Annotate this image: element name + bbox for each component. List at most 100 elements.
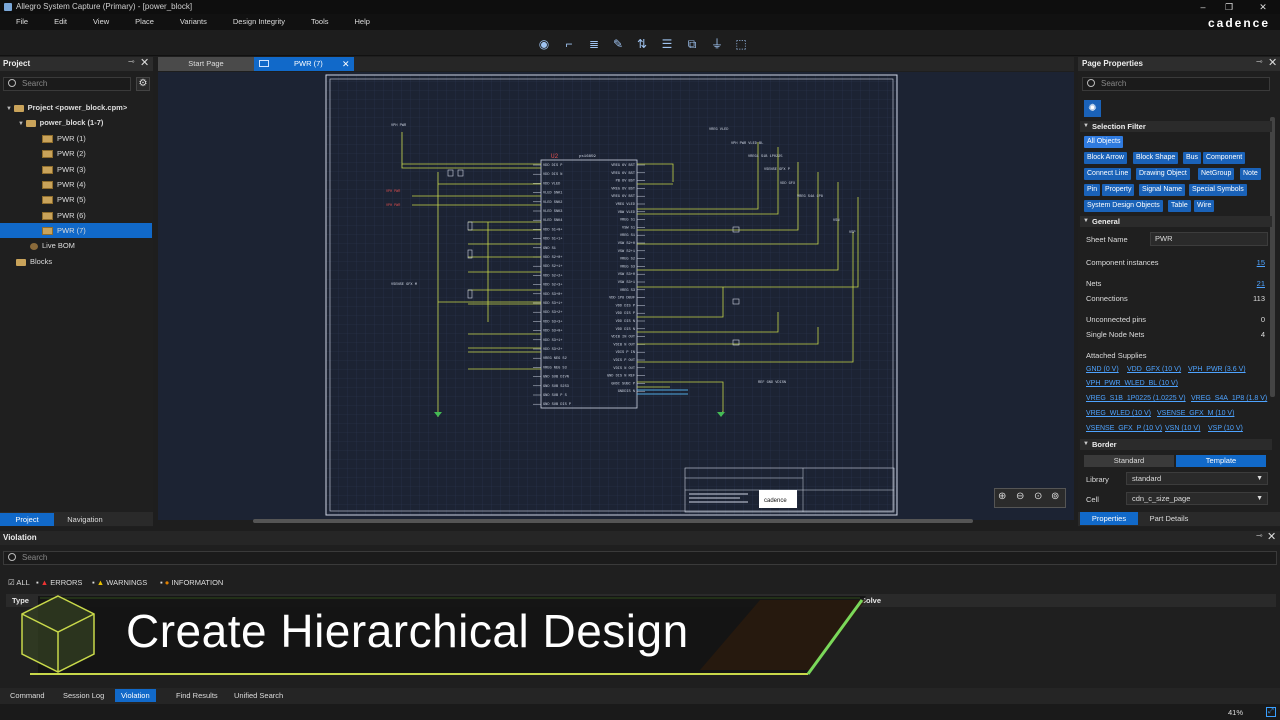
supply-vsn[interactable]: VSN (10 V) bbox=[1165, 425, 1200, 432]
properties-search-input[interactable]: Search bbox=[1082, 77, 1270, 91]
cell-select[interactable]: cdn_c_size_page ▼ bbox=[1126, 492, 1268, 505]
zoom-fit-icon[interactable]: ⊚ bbox=[1051, 491, 1059, 502]
menu-help[interactable]: Help bbox=[339, 14, 380, 30]
zoom-fit-icon[interactable]: ◉ bbox=[536, 36, 552, 52]
supply-vreg-wled[interactable]: VREG_WLED (10 V) bbox=[1086, 410, 1151, 417]
close-icon[interactable]: ✕ bbox=[1268, 56, 1277, 69]
component-instances-value[interactable]: 15 bbox=[1257, 258, 1265, 267]
horizontal-scrollbar[interactable] bbox=[253, 519, 973, 523]
sheet-name-input[interactable]: PWR bbox=[1150, 232, 1268, 246]
supply-vreg-s1b[interactable]: VREG_S1B_1P0225 (1.0225 V) bbox=[1086, 395, 1186, 402]
tab-part-details[interactable]: Part Details bbox=[1138, 512, 1200, 525]
filter-all[interactable]: ☑ ALL bbox=[8, 578, 30, 587]
supply-vph-pwr-wled-bl[interactable]: VPH_PWR_WLED_BL (10 V) bbox=[1086, 380, 1178, 387]
menu-file[interactable]: File bbox=[0, 14, 38, 30]
schematic-drawing[interactable]: U2 ps16859 VDD DIS P VDD DIS N VDD VLED VLE… bbox=[158, 72, 1074, 520]
filter-settings-icon[interactable]: ✺ bbox=[1084, 100, 1101, 117]
tree-page-7[interactable]: PWR (7) bbox=[0, 223, 152, 238]
tab-navigation[interactable]: Navigation bbox=[54, 513, 116, 526]
tree-project[interactable]: ▼ Project <power_block.cpm> bbox=[0, 100, 152, 115]
filter-special-symbols[interactable]: Special Symbols bbox=[1189, 184, 1247, 196]
tab-violation[interactable]: Violation bbox=[115, 689, 156, 702]
filter-note[interactable]: Note bbox=[1240, 168, 1261, 180]
filter-block-arrow[interactable]: Block Arrow bbox=[1084, 152, 1127, 164]
project-search-input[interactable]: Search bbox=[3, 77, 131, 91]
supply-gnd[interactable]: GND (0 V) bbox=[1086, 366, 1119, 373]
tab-project[interactable]: Project bbox=[0, 513, 54, 526]
filter-block-shape[interactable]: Block Shape bbox=[1133, 152, 1179, 164]
wire-icon[interactable]: ⌐ bbox=[561, 36, 577, 52]
restore-button[interactable]: ❐ bbox=[1218, 0, 1240, 14]
supply-vsense-gfx-p[interactable]: VSENSE_GFX_P (10 V) bbox=[1086, 425, 1162, 432]
filter-property[interactable]: Property bbox=[1102, 184, 1135, 196]
library-select[interactable]: standard ▼ bbox=[1126, 472, 1268, 485]
filter-connect-line[interactable]: Connect Line bbox=[1084, 168, 1132, 180]
tab-start-page[interactable]: Start Page bbox=[158, 57, 254, 71]
ground-icon[interactable]: ⏚ bbox=[709, 36, 725, 52]
close-icon[interactable]: ✕ bbox=[1267, 530, 1276, 543]
component-icon[interactable]: ⧉ bbox=[684, 36, 700, 52]
close-tab-icon[interactable]: ✕ bbox=[342, 57, 350, 71]
close-window-button[interactable]: ✕ bbox=[1252, 0, 1274, 14]
border-template-toggle[interactable]: Template bbox=[1176, 455, 1266, 467]
tab-find-results[interactable]: Find Results bbox=[170, 689, 224, 702]
filter-errors[interactable]: ▪ ▲ ERRORS bbox=[36, 578, 82, 587]
tree-page-4[interactable]: PWR (4) bbox=[0, 177, 152, 192]
tree-power-block[interactable]: ▼ power_block (1-7) bbox=[0, 115, 152, 130]
tree-page-3[interactable]: PWR (3) bbox=[0, 162, 152, 177]
nets-value[interactable]: 21 bbox=[1257, 279, 1265, 288]
bus-icon[interactable]: ≣ bbox=[586, 36, 602, 52]
filter-bus[interactable]: Bus bbox=[1183, 152, 1202, 164]
schematic-canvas[interactable]: U2 ps16859 VDD DIS P VDD DIS N VDD VLED VLE… bbox=[158, 72, 1074, 523]
tab-pwr-7[interactable]: PWR (7) ✕ bbox=[254, 57, 354, 71]
tree-page-6[interactable]: PWR (6) bbox=[0, 208, 152, 223]
close-icon[interactable]: ✕ bbox=[140, 56, 149, 69]
filter-warnings[interactable]: ▪ ▲ WARNINGS bbox=[92, 578, 147, 587]
filter-component[interactable]: Component bbox=[1203, 152, 1246, 164]
filter-pin[interactable]: Pin bbox=[1084, 184, 1101, 196]
settings-gear-icon[interactable]: ⚙ bbox=[136, 77, 150, 91]
filter-netgroup[interactable]: NetGroup bbox=[1198, 168, 1235, 180]
pin-icon[interactable]: ⊸ bbox=[128, 57, 135, 66]
filter-table[interactable]: Table bbox=[1168, 200, 1191, 212]
selection-filter-header[interactable]: Selection Filter bbox=[1080, 121, 1272, 132]
tab-command[interactable]: Command bbox=[4, 689, 51, 702]
tree-page-1[interactable]: PWR (1) bbox=[0, 131, 152, 146]
border-header[interactable]: Border bbox=[1080, 439, 1272, 450]
tree-blocks[interactable]: Blocks bbox=[0, 254, 152, 269]
minimize-button[interactable]: – bbox=[1192, 0, 1214, 14]
zoom-area-icon[interactable]: ⊙ bbox=[1034, 491, 1042, 502]
zoom-out-icon[interactable]: ⊖ bbox=[1016, 491, 1024, 502]
tree-page-2[interactable]: PWR (2) bbox=[0, 146, 152, 161]
tab-properties[interactable]: Properties bbox=[1080, 512, 1138, 525]
properties-scrollbar[interactable] bbox=[1270, 117, 1275, 397]
violation-search-input[interactable]: Search bbox=[3, 551, 1277, 565]
menu-variants[interactable]: Variants bbox=[164, 14, 217, 30]
filter-signal-name[interactable]: Signal Name bbox=[1139, 184, 1186, 196]
supply-vsense-gfx-m[interactable]: VSENSE_GFX_M (10 V) bbox=[1157, 410, 1234, 417]
tree-page-5[interactable]: PWR (5) bbox=[0, 192, 152, 207]
text-icon[interactable]: ☰ bbox=[659, 36, 675, 52]
tab-session-log[interactable]: Session Log bbox=[57, 689, 110, 702]
net-icon[interactable]: ⇅ bbox=[634, 36, 650, 52]
supply-vdd-gfx[interactable]: VDD_GFX (10 V) bbox=[1127, 366, 1181, 373]
tree-live-bom[interactable]: Live BOM bbox=[0, 238, 152, 253]
filter-all-objects[interactable]: All Objects bbox=[1084, 136, 1124, 148]
filter-information[interactable]: ▪ ● INFORMATION bbox=[160, 578, 223, 587]
select-icon[interactable]: ⬚ bbox=[733, 36, 749, 52]
supply-vreg-s4a[interactable]: VREG_S4A_1P8 (1.8 V) bbox=[1191, 395, 1267, 402]
filter-wire[interactable]: Wire bbox=[1194, 200, 1215, 212]
menu-view[interactable]: View bbox=[77, 14, 119, 30]
pin-icon[interactable]: ⊸ bbox=[1256, 531, 1263, 540]
general-header[interactable]: General bbox=[1080, 216, 1272, 227]
menu-place[interactable]: Place bbox=[119, 14, 164, 30]
draw-icon[interactable]: ✎ bbox=[610, 36, 626, 52]
layout-icon[interactable]: ⤢ bbox=[1266, 707, 1276, 717]
zoom-in-icon[interactable]: ⊕ bbox=[998, 491, 1006, 502]
filter-system-design-objects[interactable]: System Design Objects bbox=[1084, 200, 1163, 212]
pin-icon[interactable]: ⊸ bbox=[1256, 57, 1263, 66]
supply-vph-pwr[interactable]: VPH_PWR (3.6 V) bbox=[1188, 366, 1246, 373]
menu-tools[interactable]: Tools bbox=[295, 14, 339, 30]
supply-vsp[interactable]: VSP (10 V) bbox=[1208, 425, 1243, 432]
tab-unified-search[interactable]: Unified Search bbox=[228, 689, 289, 702]
